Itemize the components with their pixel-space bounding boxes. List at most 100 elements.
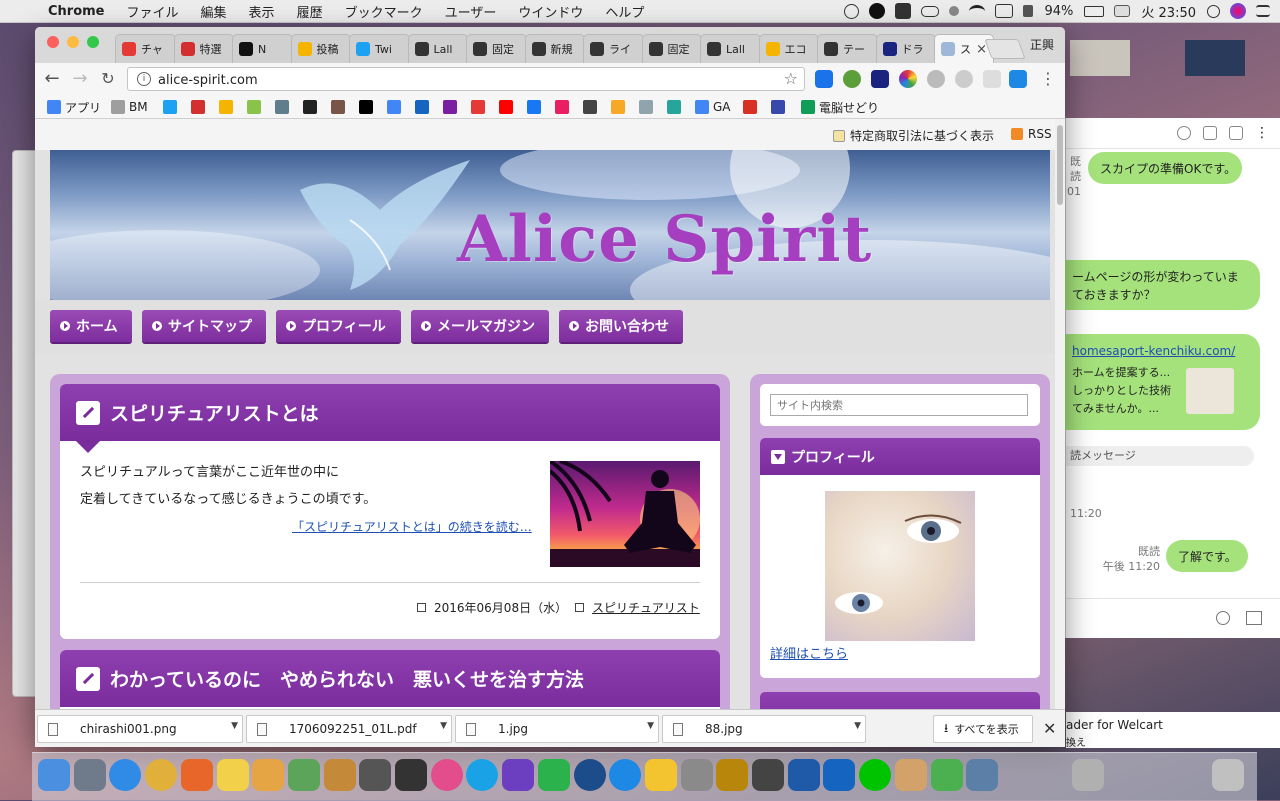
siri-icon[interactable] xyxy=(1230,3,1246,19)
nav-profile[interactable]: プロフィール xyxy=(276,310,401,342)
downloads-stack-icon[interactable] xyxy=(1072,759,1104,791)
line-status-icon[interactable] xyxy=(869,3,886,19)
browser-tab[interactable]: 投稿 xyxy=(290,34,351,63)
dvd-icon[interactable] xyxy=(752,759,784,791)
appstore-icon[interactable] xyxy=(609,759,642,791)
menu-window[interactable]: ウインドウ xyxy=(518,2,583,21)
scrollbar-thumb[interactable] xyxy=(1057,125,1063,205)
menu-bookmarks[interactable]: ブックマーク xyxy=(345,2,423,21)
battery-icon[interactable] xyxy=(1084,5,1105,17)
profile-detail-link[interactable]: 詳細はこちら xyxy=(770,643,848,662)
browser-tab[interactable]: テー xyxy=(817,34,878,63)
line-icon[interactable] xyxy=(859,759,892,791)
browser-tab[interactable]: Twi xyxy=(349,34,410,63)
notes-icon[interactable] xyxy=(216,759,249,791)
seo-extension-icon[interactable] xyxy=(843,70,861,88)
bookmark-item[interactable] xyxy=(247,99,265,115)
toggle-status-icon[interactable] xyxy=(921,5,940,17)
bookmark-item[interactable]: GA xyxy=(695,99,731,115)
nav-home[interactable]: ホーム xyxy=(50,310,132,342)
apple-icon[interactable] xyxy=(16,2,34,20)
bookmark-item[interactable] xyxy=(191,99,209,115)
cyberduck-icon[interactable] xyxy=(644,759,677,791)
photo-icon[interactable] xyxy=(323,759,356,791)
menu-help[interactable]: ヘルプ xyxy=(605,2,644,21)
bookmark-item[interactable]: 電脳せどり xyxy=(801,99,879,115)
menu-edit[interactable]: 編集 xyxy=(201,2,227,21)
bookmark-item[interactable] xyxy=(471,99,489,115)
chevron-down-icon[interactable]: ▼ xyxy=(647,721,654,731)
nav-mail-magazine[interactable]: メールマガジン xyxy=(411,310,549,342)
nav-contact[interactable]: お問い合わせ xyxy=(559,310,683,342)
note-icon[interactable] xyxy=(1229,126,1243,140)
copy-icon[interactable] xyxy=(1203,126,1217,140)
browser-tab[interactable]: 固定 xyxy=(641,34,702,63)
color-picker-icon[interactable] xyxy=(899,70,917,88)
bookmark-star-icon[interactable]: ☆ xyxy=(784,69,798,88)
download-item[interactable]: 1.jpg ▼ xyxy=(455,715,659,743)
network-icon[interactable] xyxy=(787,759,820,791)
skype-icon[interactable] xyxy=(466,759,499,791)
minimize-window-button[interactable] xyxy=(67,36,79,48)
archive-icon[interactable] xyxy=(894,759,927,791)
browser-tab[interactable]: チャ xyxy=(115,34,176,63)
chevron-down-icon[interactable]: ▼ xyxy=(231,721,238,731)
pages-icon[interactable] xyxy=(252,759,285,791)
more-icon[interactable]: ⋮ xyxy=(1255,125,1269,141)
new-badge-extension-icon[interactable] xyxy=(1009,70,1027,88)
article-title[interactable]: スピリチュアリストとは xyxy=(110,399,319,426)
chat-bubble-link[interactable]: homesaport-kenchiku.com/ ホームを提案する... しっか… xyxy=(1060,334,1260,430)
chrome-icon[interactable] xyxy=(145,759,178,791)
wifi-icon[interactable] xyxy=(969,4,986,18)
search-icon[interactable] xyxy=(1177,126,1191,140)
trash-icon[interactable] xyxy=(1212,759,1244,791)
spotlight-search-icon[interactable] xyxy=(1207,4,1220,18)
article-category[interactable]: スピリチュアリスト xyxy=(575,599,700,616)
menu-app-name[interactable]: Chrome xyxy=(48,4,105,19)
notification-center-icon[interactable] xyxy=(1256,5,1270,17)
bookmark-item[interactable] xyxy=(275,99,293,115)
volume-icon[interactable] xyxy=(1023,5,1034,17)
chrome-menu-icon[interactable]: ⋮ xyxy=(1037,68,1059,90)
article-thumbnail[interactable] xyxy=(550,461,700,567)
prefs-icon[interactable] xyxy=(680,759,713,791)
bookmark-item[interactable] xyxy=(771,99,789,115)
input-source-icon[interactable] xyxy=(1114,5,1131,17)
menu-file[interactable]: ファイル xyxy=(127,2,179,21)
new-tab-button[interactable] xyxy=(984,39,1026,59)
safari-icon[interactable] xyxy=(109,759,142,791)
bookmark-item[interactable] xyxy=(583,99,601,115)
bookmark-item[interactable] xyxy=(639,99,657,115)
preview-icon[interactable] xyxy=(966,759,999,791)
profile-photo[interactable] xyxy=(825,491,975,641)
audacity-icon[interactable] xyxy=(716,759,749,791)
download-item[interactable]: chirashi001.png ▼ xyxy=(37,715,243,743)
browser-tab[interactable]: ライ xyxy=(583,34,644,63)
browser-tab[interactable]: 新規 xyxy=(524,34,585,63)
site-header-banner[interactable]: Alice Spirit xyxy=(50,150,1050,300)
settings-extension-icon[interactable] xyxy=(955,70,973,88)
bookmark-item[interactable] xyxy=(331,99,349,115)
bookmark-item[interactable]: アプリ xyxy=(47,99,101,115)
bookmark-item[interactable] xyxy=(443,99,461,115)
call-icon[interactable] xyxy=(1216,611,1230,625)
launchpad-icon[interactable] xyxy=(73,759,106,791)
address-bar[interactable]: i ☆ xyxy=(127,67,805,91)
browser-tab[interactable]: エコ xyxy=(758,34,819,63)
bookmark-item[interactable] xyxy=(163,99,181,115)
chevron-down-icon[interactable]: ▼ xyxy=(854,721,861,731)
chat-link[interactable]: homesaport-kenchiku.com/ xyxy=(1072,344,1235,358)
menu-view[interactable]: 表示 xyxy=(249,2,275,21)
bookmark-item[interactable] xyxy=(415,99,433,115)
firefox-icon[interactable] xyxy=(180,759,213,791)
page-scrollbar[interactable] xyxy=(1055,119,1065,709)
bookmark-item[interactable] xyxy=(667,99,685,115)
dropbox-icon[interactable] xyxy=(895,3,912,19)
bookmark-item[interactable] xyxy=(743,99,761,115)
imovie-icon[interactable] xyxy=(502,759,535,791)
read-more-link[interactable]: 「スピリチュアリストとは」の続きを読む… xyxy=(292,518,532,535)
maps-icon[interactable] xyxy=(287,759,320,791)
film-icon[interactable] xyxy=(395,759,427,791)
browser-tab[interactable]: Lall xyxy=(407,34,468,63)
menubar-clock[interactable]: 火 23:50 xyxy=(1141,2,1196,21)
